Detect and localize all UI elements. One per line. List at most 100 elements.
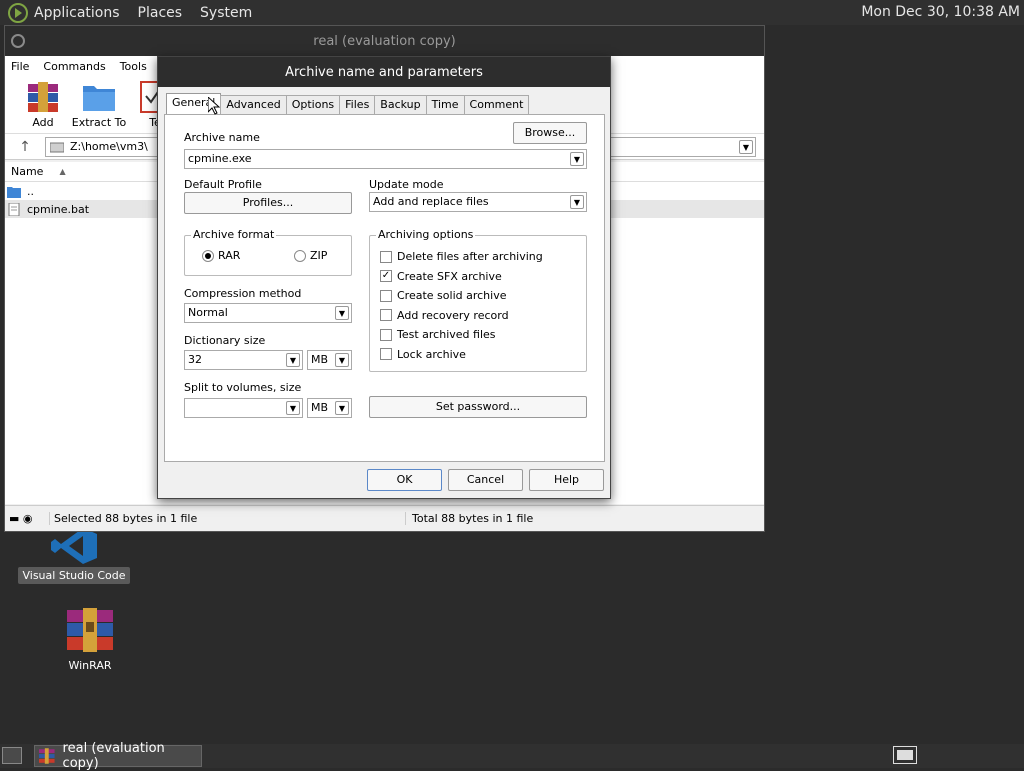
format-zip-radio[interactable]: ZIP <box>294 249 327 262</box>
taskbar-item-label: real (evaluation copy) <box>62 741 165 771</box>
dictionary-value: 32 <box>188 353 202 366</box>
menu-places[interactable]: Places <box>138 5 183 21</box>
checkbox-empty-icon <box>380 328 392 341</box>
dictionary-size-select[interactable]: 32 ▼ <box>184 350 303 370</box>
tab-options[interactable]: Options <box>285 95 341 114</box>
file-name: .. <box>27 184 34 198</box>
window-menu-icon[interactable] <box>11 34 25 48</box>
status-selected: Selected 88 bytes in 1 file <box>49 512 405 525</box>
split-volumes-input[interactable]: ▼ <box>184 398 303 418</box>
menu-file[interactable]: File <box>11 60 29 73</box>
option-checkbox[interactable]: Create solid archive <box>380 289 506 302</box>
split-volumes-label: Split to volumes, size <box>184 381 302 394</box>
cancel-button[interactable]: Cancel <box>448 469 523 491</box>
winrar-icon <box>39 748 55 764</box>
add-button[interactable]: Add <box>15 76 71 133</box>
menu-system[interactable]: System <box>200 5 252 21</box>
option-label: Delete files after archiving <box>397 250 543 263</box>
dictionary-unit-select[interactable]: MB ▼ <box>307 350 352 370</box>
extract-to-button[interactable]: Extract To <box>71 76 127 133</box>
chevron-down-icon[interactable]: ▼ <box>335 306 349 320</box>
up-arrow-icon[interactable]: ↑ <box>5 139 45 155</box>
workspace-switcher-icon[interactable] <box>893 746 917 764</box>
general-panel: Archive name Browse... cpmine.exe ▼ Defa… <box>164 114 605 462</box>
status-total: Total 88 bytes in 1 file <box>405 512 764 525</box>
menu-applications[interactable]: Applications <box>34 5 120 21</box>
format-zip-label: ZIP <box>310 249 328 262</box>
radio-unselected-icon <box>294 249 306 262</box>
format-rar-label: RAR <box>218 249 241 262</box>
update-mode-select[interactable]: Add and replace files ▼ <box>369 192 587 212</box>
file-name: cpmine.bat <box>27 202 90 216</box>
option-checkbox[interactable]: Test archived files <box>380 328 496 341</box>
distro-logo-icon[interactable] <box>8 2 28 23</box>
chevron-down-icon[interactable]: ▼ <box>570 152 584 166</box>
clock[interactable]: Mon Dec 30, 10:38 AM <box>861 4 1020 20</box>
archive-name-input[interactable]: cpmine.exe ▼ <box>184 149 587 169</box>
top-panel: Applications Places System Mon Dec 30, 1… <box>0 0 1024 25</box>
archive-format-label: Archive format <box>191 228 277 241</box>
option-label: Test archived files <box>397 328 496 341</box>
dictionary-unit-value: MB <box>311 353 329 366</box>
profiles-button[interactable]: Profiles... <box>184 192 352 214</box>
desktop-icon-label: Visual Studio Code <box>18 567 130 584</box>
main-window-titlebar[interactable]: real (evaluation copy) <box>5 26 764 56</box>
chevron-down-icon[interactable]: ▼ <box>570 195 584 209</box>
dialog-title: Archive name and parameters <box>285 64 483 80</box>
tab-advanced[interactable]: Advanced <box>220 95 287 114</box>
tab-comment[interactable]: Comment <box>463 95 530 114</box>
desktop-icon-winrar[interactable]: WinRAR <box>48 608 132 673</box>
option-checkbox[interactable]: Lock archive <box>380 348 466 361</box>
dictionary-size-label: Dictionary size <box>184 334 266 347</box>
column-name-label: Name <box>11 165 44 178</box>
ok-button[interactable]: OK <box>367 469 442 491</box>
option-label: Lock archive <box>397 347 466 361</box>
option-label: Create solid archive <box>397 289 507 302</box>
set-password-button[interactable]: Set password... <box>369 396 587 418</box>
tab-backup[interactable]: Backup <box>374 95 427 114</box>
tab-files[interactable]: Files <box>339 95 376 114</box>
mouse-cursor-icon <box>208 97 220 115</box>
help-button[interactable]: Help <box>529 469 604 491</box>
option-label: Create SFX archive <box>397 269 502 283</box>
archive-name-label: Archive name <box>184 131 260 144</box>
taskbar-item-winrar[interactable]: real (evaluation copy) <box>34 741 202 771</box>
winrar-icon <box>65 608 115 652</box>
chevron-down-icon[interactable]: ▼ <box>739 139 753 154</box>
browse-button[interactable]: Browse... <box>513 122 587 144</box>
folder-icon <box>7 186 21 198</box>
taskbar: real (evaluation copy) <box>0 741 1024 771</box>
chevron-down-icon[interactable]: ▼ <box>335 401 349 415</box>
dialog-tabs: General Advanced Options Files Backup Ti… <box>166 93 530 115</box>
dialog-titlebar[interactable]: Archive name and parameters <box>158 57 610 87</box>
archive-params-dialog: Archive name and parameters General Adva… <box>157 56 611 499</box>
archiving-options-label: Archiving options <box>376 228 476 241</box>
chevron-down-icon[interactable]: ▼ <box>335 353 349 367</box>
desktop-icon-vscode[interactable]: Visual Studio Code <box>14 528 134 584</box>
menu-tools[interactable]: Tools <box>120 60 147 73</box>
show-desktop-icon[interactable] <box>2 747 22 764</box>
drive-icon <box>50 142 64 152</box>
path-text: Z:\home\vm3\ <box>70 140 148 153</box>
checkbox-empty-icon <box>380 289 392 302</box>
chevron-down-icon[interactable]: ▼ <box>286 353 300 367</box>
drive-status-icon[interactable]: ▬ ◉ <box>5 512 49 525</box>
extract-to-label: Extract To <box>71 116 127 129</box>
compression-method-select[interactable]: Normal ▼ <box>184 303 352 323</box>
add-label: Add <box>32 116 54 129</box>
vscode-icon <box>51 528 97 564</box>
compression-value: Normal <box>188 306 228 319</box>
format-rar-radio[interactable]: RAR <box>202 249 240 262</box>
option-checkbox[interactable]: ✓ Create SFX archive <box>380 270 502 283</box>
tab-time[interactable]: Time <box>425 95 465 114</box>
menu-commands[interactable]: Commands <box>43 60 105 73</box>
option-checkbox[interactable]: Delete files after archiving <box>380 250 543 263</box>
add-archive-icon <box>26 80 60 114</box>
compression-method-label: Compression method <box>184 287 302 300</box>
update-mode-label: Update mode <box>369 178 444 191</box>
option-checkbox[interactable]: Add recovery record <box>380 309 509 322</box>
split-unit-select[interactable]: MB ▼ <box>307 398 352 418</box>
checkbox-empty-icon <box>380 250 392 263</box>
checkmark-icon: ✓ <box>380 270 392 282</box>
chevron-down-icon[interactable]: ▼ <box>286 401 300 415</box>
